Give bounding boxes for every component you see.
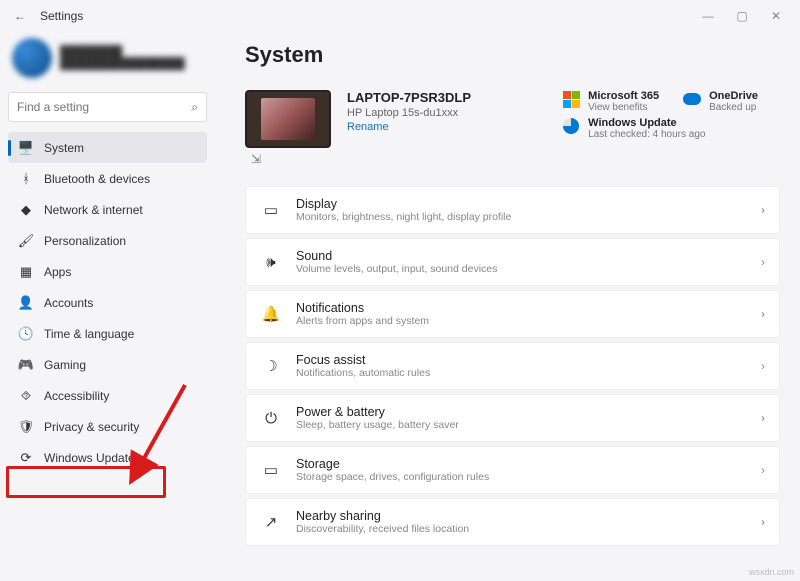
card-storage[interactable]: ▭ StorageStorage space, drives, configura…: [245, 446, 780, 494]
card-focus[interactable]: ☽ Focus assistNotifications, automatic ru…: [245, 342, 780, 390]
card-subtitle: Volume levels, output, input, sound devi…: [296, 263, 497, 275]
sidebar-item-label: Privacy & security: [44, 420, 139, 434]
privacy-icon: 🛡: [18, 419, 34, 435]
search-icon: ⌕: [191, 100, 198, 115]
link-icon: ⇲: [251, 152, 331, 166]
sharing-icon: ↗: [260, 513, 282, 531]
time-icon: 🕓: [18, 326, 34, 342]
card-title: Notifications: [296, 301, 429, 315]
search-input[interactable]: [17, 100, 191, 114]
user-email: ████████████████: [60, 58, 185, 70]
card-subtitle: Storage space, drives, configuration rul…: [296, 471, 489, 483]
chevron-right-icon: ›: [761, 463, 765, 477]
card-subtitle: Discoverability, received files location: [296, 523, 469, 535]
sidebar-item-apps[interactable]: ▦ Apps: [8, 256, 207, 287]
onedrive-icon: [683, 90, 701, 108]
rename-link[interactable]: Rename: [347, 121, 471, 133]
status-onedrive[interactable]: OneDriveBacked up: [683, 90, 780, 113]
page-title: System: [245, 42, 780, 68]
chevron-right-icon: ›: [761, 203, 765, 217]
chevron-right-icon: ›: [761, 515, 765, 529]
sidebar-item-label: Time & language: [44, 327, 134, 341]
card-sharing[interactable]: ↗ Nearby sharingDiscoverability, received…: [245, 498, 780, 546]
personalization-icon: 🖌: [18, 233, 34, 249]
notifications-icon: 🔔: [260, 305, 282, 323]
sidebar-item-label: Apps: [44, 265, 71, 279]
card-title: Sound: [296, 249, 497, 263]
microsoft-logo-icon: [562, 90, 580, 108]
chevron-right-icon: ›: [761, 307, 765, 321]
sidebar-item-label: Accounts: [44, 296, 93, 310]
sidebar-item-gaming[interactable]: 🎮 Gaming: [8, 349, 207, 380]
sidebar-item-network[interactable]: ◆ Network & internet: [8, 194, 207, 225]
system-icon: 🖥️: [18, 140, 34, 156]
card-title: Display: [296, 197, 511, 211]
sidebar-item-label: Personalization: [44, 234, 126, 248]
display-icon: ▭: [260, 201, 282, 219]
sound-icon: 🕪: [260, 254, 282, 271]
watermark: wsxdn.com: [749, 567, 794, 577]
chevron-right-icon: ›: [761, 411, 765, 425]
gaming-icon: 🎮: [18, 357, 34, 373]
sidebar-item-time[interactable]: 🕓 Time & language: [8, 318, 207, 349]
sidebar-item-label: System: [44, 141, 84, 155]
close-button[interactable]: ✕: [768, 9, 784, 23]
user-name: ████████: [60, 46, 185, 58]
accounts-icon: 👤: [18, 295, 34, 311]
sidebar-item-bluetooth[interactable]: ᚼ Bluetooth & devices: [8, 163, 207, 194]
sidebar-item-label: Network & internet: [44, 203, 143, 217]
card-notifications[interactable]: 🔔 NotificationsAlerts from apps and syste…: [245, 290, 780, 338]
sidebar-item-system[interactable]: 🖥️ System: [8, 132, 207, 163]
minimize-button[interactable]: —: [700, 9, 716, 23]
sidebar-item-label: Accessibility: [44, 389, 109, 403]
status-windows-update[interactable]: Windows UpdateLast checked: 4 hours ago: [562, 117, 780, 140]
window-title: Settings: [40, 9, 83, 23]
chevron-right-icon: ›: [761, 255, 765, 269]
chevron-right-icon: ›: [761, 359, 765, 373]
update-icon: ⟳: [18, 450, 34, 466]
device-image: [245, 90, 331, 148]
card-subtitle: Notifications, automatic rules: [296, 367, 430, 379]
search-box[interactable]: ⌕: [8, 92, 207, 122]
sidebar-item-label: Gaming: [44, 358, 86, 372]
card-subtitle: Alerts from apps and system: [296, 315, 429, 327]
windows-update-icon: [562, 117, 580, 135]
sidebar-item-label: Windows Update: [44, 451, 135, 465]
sidebar-item-label: Bluetooth & devices: [44, 172, 150, 186]
card-title: Focus assist: [296, 353, 430, 367]
card-subtitle: Sleep, battery usage, battery saver: [296, 419, 459, 431]
sidebar-item-accessibility[interactable]: ⯑ Accessibility: [8, 380, 207, 411]
card-display[interactable]: ▭ DisplayMonitors, brightness, night ligh…: [245, 186, 780, 234]
avatar: [12, 38, 52, 78]
status-ms365[interactable]: Microsoft 365View benefits: [562, 90, 659, 113]
network-icon: ◆: [18, 202, 34, 218]
card-sound[interactable]: 🕪 SoundVolume levels, output, input, soun…: [245, 238, 780, 286]
maximize-button[interactable]: ▢: [734, 9, 750, 23]
focus-icon: ☽: [260, 357, 282, 375]
device-name: LAPTOP-7PSR3DLP: [347, 90, 471, 105]
card-title: Storage: [296, 457, 489, 471]
card-title: Nearby sharing: [296, 509, 469, 523]
bluetooth-icon: ᚼ: [18, 171, 34, 187]
card-subtitle: Monitors, brightness, night light, displ…: [296, 211, 511, 223]
power-icon: ⏻: [260, 410, 282, 427]
device-model: HP Laptop 15s-du1xxx: [347, 107, 471, 119]
sidebar-item-privacy[interactable]: 🛡 Privacy & security: [8, 411, 207, 442]
accessibility-icon: ⯑: [18, 388, 34, 404]
back-button[interactable]: ←: [8, 9, 32, 23]
apps-icon: ▦: [18, 264, 34, 280]
sidebar-item-accounts[interactable]: 👤 Accounts: [8, 287, 207, 318]
card-title: Power & battery: [296, 405, 459, 419]
card-power[interactable]: ⏻ Power & batterySleep, battery usage, ba…: [245, 394, 780, 442]
sidebar-item-update[interactable]: ⟳ Windows Update: [8, 442, 207, 473]
user-profile[interactable]: ████████ ████████████████: [8, 32, 207, 88]
sidebar-item-personalization[interactable]: 🖌 Personalization: [8, 225, 207, 256]
storage-icon: ▭: [260, 461, 282, 479]
